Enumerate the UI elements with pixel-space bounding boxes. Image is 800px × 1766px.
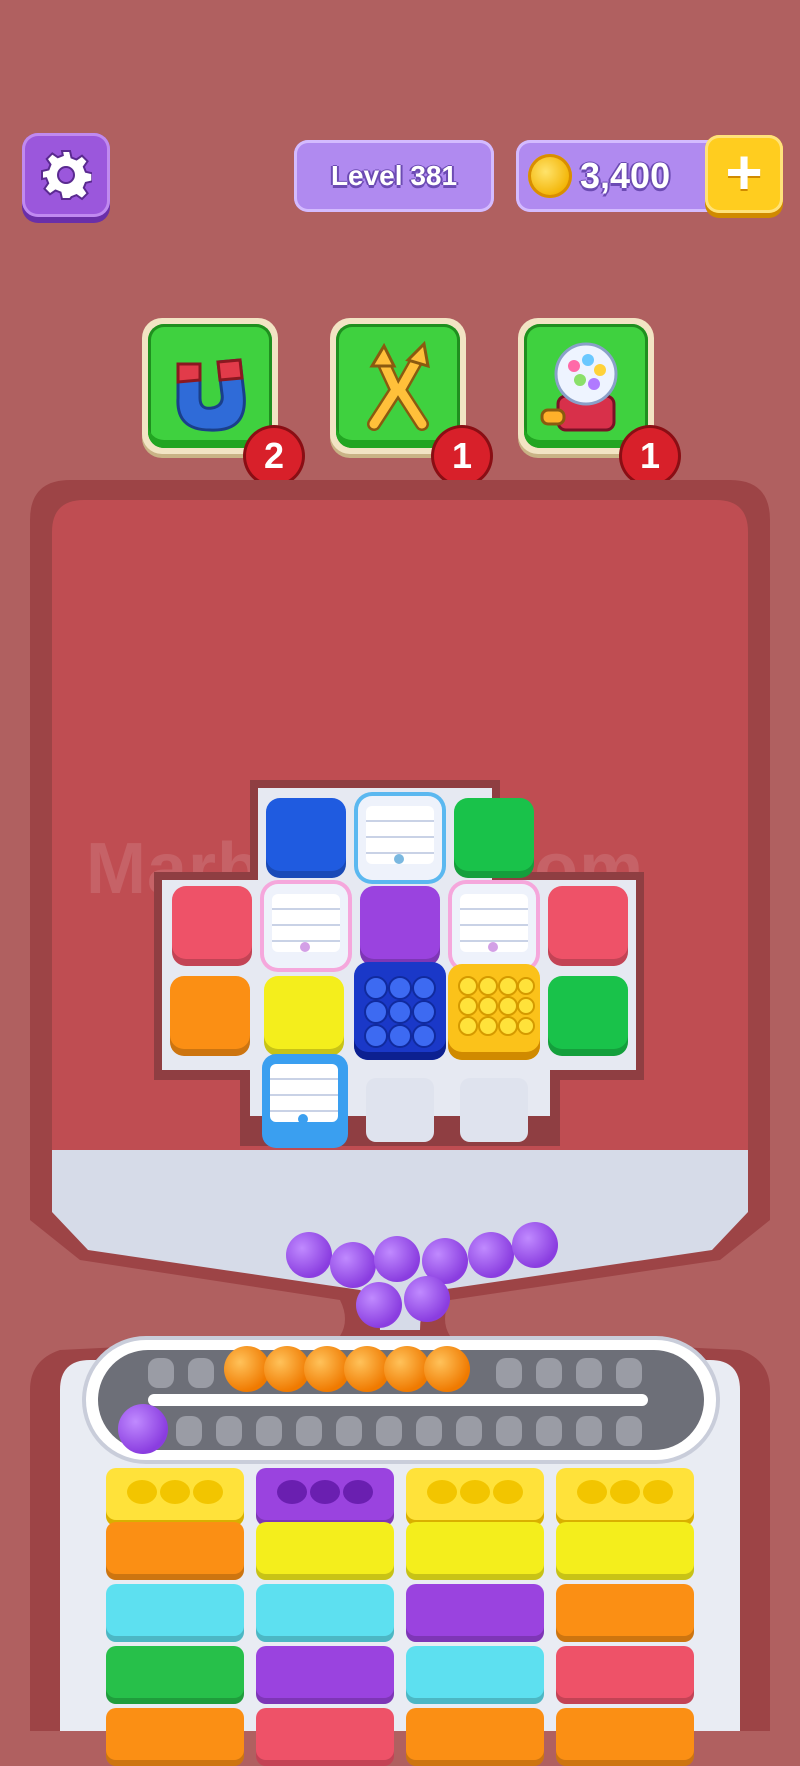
tile-blue[interactable] — [266, 798, 346, 878]
settings-button[interactable] — [22, 133, 110, 217]
add-coins-button[interactable]: + — [705, 135, 783, 213]
marble — [286, 1232, 332, 1278]
tile-green[interactable] — [454, 798, 534, 878]
block-cyan — [256, 1584, 394, 1642]
tile-red[interactable] — [172, 886, 252, 966]
marble — [512, 1222, 558, 1268]
marble — [356, 1282, 402, 1328]
block-yellow — [406, 1522, 544, 1580]
block-purple — [406, 1584, 544, 1642]
marble — [118, 1404, 168, 1454]
empty-slot — [366, 1078, 434, 1142]
tile-green[interactable] — [548, 976, 628, 1056]
tile-purple[interactable] — [360, 886, 440, 966]
gear-icon — [41, 150, 92, 201]
block-orange — [556, 1708, 694, 1766]
block-cyan — [406, 1646, 544, 1704]
block-orange — [106, 1708, 244, 1766]
ball-holes-icon — [427, 1480, 523, 1504]
pop-block-blue[interactable] — [354, 962, 446, 1060]
top-block-purple[interactable] — [256, 1468, 394, 1526]
block-orange — [406, 1708, 544, 1766]
marble — [424, 1346, 470, 1392]
marble — [374, 1236, 420, 1282]
crate-tile[interactable] — [264, 884, 348, 968]
block-green — [106, 1646, 244, 1704]
shuffle-arrows-icon — [367, 340, 430, 431]
pop-block-yellow[interactable] — [448, 964, 540, 1060]
coin-amount: 3,400 — [580, 155, 671, 196]
magnet-icon — [176, 358, 246, 432]
block-orange — [106, 1522, 244, 1580]
block-red — [556, 1646, 694, 1704]
marble — [468, 1232, 514, 1278]
top-block-yellow[interactable] — [106, 1468, 244, 1526]
marble — [330, 1242, 376, 1288]
ball-cluster-icon — [364, 976, 436, 1048]
ball-holes-icon — [577, 1480, 673, 1504]
ball-holes-icon — [277, 1480, 373, 1504]
crate-tile[interactable] — [358, 796, 442, 880]
block-orange — [556, 1584, 694, 1642]
tile-red[interactable] — [548, 886, 628, 966]
ball-holes-icon — [127, 1480, 223, 1504]
gumball-machine-icon — [540, 342, 618, 432]
ball-cluster-icon — [458, 976, 535, 1036]
empty-slot — [460, 1078, 528, 1142]
coin-icon — [528, 154, 572, 198]
crate-tile[interactable] — [452, 884, 536, 968]
block-yellow — [556, 1522, 694, 1580]
marble — [404, 1276, 450, 1322]
block-cyan — [106, 1584, 244, 1642]
top-block-yellow[interactable] — [406, 1468, 544, 1526]
block-purple — [256, 1646, 394, 1704]
block-yellow — [256, 1522, 394, 1580]
block-red — [256, 1708, 394, 1766]
top-block-yellow[interactable] — [556, 1468, 694, 1526]
tile-orange[interactable] — [170, 976, 250, 1056]
crate-tile[interactable] — [262, 1054, 348, 1148]
level-indicator: Level 381 — [294, 140, 494, 212]
tile-yellow[interactable] — [264, 976, 344, 1056]
